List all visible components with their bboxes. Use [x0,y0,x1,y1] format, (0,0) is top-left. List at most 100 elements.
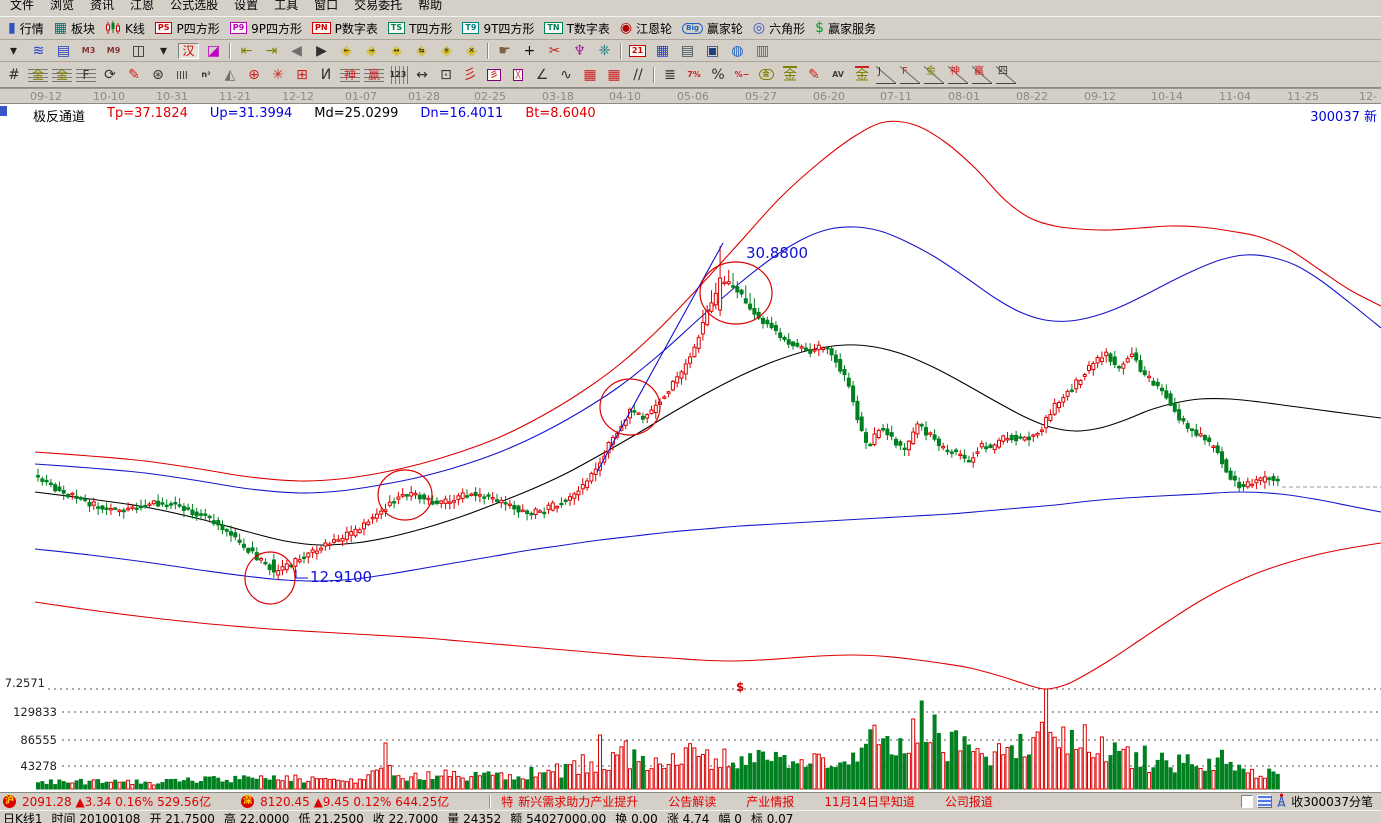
wheel-tool[interactable]: ⊛ [146,64,170,86]
hexagon-button[interactable]: ◎六角形 [748,19,810,38]
angle-flag-tool[interactable]: ◭ [218,64,242,86]
next-button[interactable]: ▶ [309,41,334,61]
chart-area[interactable]: 12983386555432787.257130.880012.9100$ 极反… [0,104,1381,792]
av-wave-tool[interactable]: AV [826,64,850,86]
quotes-button[interactable]: ▮行情 [3,19,49,38]
menu-trade[interactable]: 交易委托 [346,0,410,14]
first-page-button[interactable]: ⇤ [234,41,259,61]
zigzag-tool[interactable]: ∿ [554,64,578,86]
menu-news[interactable]: 资讯 [82,0,122,14]
grid-tool[interactable]: # [2,64,26,86]
gold-grid2-tool[interactable]: 金 [50,64,74,86]
chart-canvas[interactable]: 12983386555432787.257130.880012.9100$ [0,104,1381,792]
candle-style-caret[interactable]: ▾ [151,41,176,61]
parallel-lines-tool[interactable]: // [626,64,650,86]
menu-settings[interactable]: 设置 [226,0,266,14]
chart9-icon[interactable]: M9 [101,41,126,61]
menu-file[interactable]: 文件 [2,0,42,14]
ying-grid-tool[interactable]: 赢 [362,64,386,86]
web-tool[interactable]: ✳ [266,64,290,86]
si-angle-tool[interactable]: 四 [994,64,1018,86]
percent-tool[interactable]: % [706,64,730,86]
p9-square-button[interactable]: P99P四方形 [225,19,307,38]
gold-angle-tool[interactable]: 金 [922,64,946,86]
news-item-4[interactable]: 公司报道 [945,793,993,810]
diamond-close-button[interactable]: ◈✕ [459,41,484,61]
shen-grid-tool[interactable]: 神 [338,64,362,86]
tick-data-label[interactable]: 收300037分笔 [1291,793,1373,810]
menu-help[interactable]: 帮助 [410,0,450,14]
matrix-tool[interactable]: ⊞ [290,64,314,86]
diamond-expand-button[interactable]: ◈↔ [384,41,409,61]
diamond-swap-button[interactable]: ◈⇆ [409,41,434,61]
hand-tool[interactable]: ☛ [492,41,517,61]
measure-tool[interactable]: ✂ [542,41,567,61]
gold-line-tool[interactable]: 金 [778,64,802,86]
histogram-icon[interactable]: ◪ [201,41,226,61]
t-square-button[interactable]: TST四方形 [383,19,458,38]
menu-tools[interactable]: 工具 [266,0,306,14]
chart3-icon[interactable]: M3 [76,41,101,61]
ruler123-tool[interactable]: 123 [386,64,410,86]
j-angle-tool[interactable]: J [874,64,898,86]
printer-icon[interactable]: ▥ [750,41,775,61]
hanzi-toggle[interactable]: 汉 [176,41,201,61]
prev-button[interactable]: ◀ [284,41,309,61]
gold-redline-tool[interactable]: 金 [850,64,874,86]
pencil-tool[interactable]: ✎ [122,64,146,86]
candle-style-icon[interactable]: ◫ [126,41,151,61]
diamond-star-button[interactable]: ◈✳ [434,41,459,61]
shenzhen-index-quote[interactable]: 8120.45 ▲9.45 0.12% 644.25亿 [260,793,449,810]
gann-wheel-button[interactable]: ◉江恩轮 [615,19,677,38]
red-grid-tool[interactable]: ▦ [578,64,602,86]
n2-tool[interactable]: n² [194,64,218,86]
menu-formula-picker[interactable]: 公式选股 [162,0,226,14]
menu-window[interactable]: 窗口 [306,0,346,14]
menu-browse[interactable]: 浏览 [42,0,82,14]
winner-service-button[interactable]: $赢家服务 [810,19,881,38]
gold-grid-tool[interactable]: 金 [26,64,50,86]
cross-box-tool[interactable]: ╳ [506,64,530,86]
f-grid-tool[interactable]: F [74,64,98,86]
shen-angle-tool[interactable]: 神 [946,64,970,86]
sectors-button[interactable]: ▦板块 [49,19,100,38]
width-arrows-tool[interactable]: ↔ [410,64,434,86]
spiral-tool[interactable]: ⟳ [98,64,122,86]
gann-fan-tool[interactable]: 彡 [458,64,482,86]
t-number-button[interactable]: TNT数字表 [539,19,615,38]
percent7-tool[interactable]: 7% [682,64,706,86]
news-item-1[interactable]: 公告解读 [668,793,716,810]
t9-square-button[interactable]: T99T四方形 [457,19,539,38]
gann-fan-box-tool[interactable]: 彡 [482,64,506,86]
splitter-button[interactable] [1257,795,1272,808]
box-select-tool[interactable]: ⊡ [434,64,458,86]
news-item-3[interactable]: 11月14日早知道 [824,793,915,810]
percent-line-tool[interactable]: %− [730,64,754,86]
f-angle-tool[interactable]: F [898,64,922,86]
ruler-ticks-tool[interactable]: ≣ [658,64,682,86]
ruler-lines-tool[interactable]: |||| [170,64,194,86]
map-icon[interactable]: ≋ [26,41,51,61]
n-mark-tool[interactable]: И [314,64,338,86]
notepad-icon[interactable]: ▤ [675,41,700,61]
p-square-button[interactable]: PSP四方形 [150,19,225,38]
dropdown-caret[interactable]: ▾ [1,41,26,61]
stamp-tool[interactable]: ♆ [567,41,592,61]
p-number-button[interactable]: PNP数字表 [307,19,383,38]
web-icon[interactable]: ◍ [725,41,750,61]
news-item-0[interactable]: 特新兴需求助力产业提升 [501,793,638,810]
save-chart-icon[interactable]: ▣ [700,41,725,61]
news-item-2[interactable]: 产业情报 [746,793,794,810]
calendar-icon[interactable]: 21 [625,41,650,61]
diamond-right-button[interactable]: ◈→ [359,41,384,61]
angle-rays-tool[interactable]: ∠ [530,64,554,86]
crosshair-tool[interactable]: + [517,41,542,61]
gold-circle-tool[interactable]: 金 [754,64,778,86]
ying-angle-tool[interactable]: 赢 [970,64,994,86]
clipboard-icon[interactable]: ▤ [51,41,76,61]
diamond-left-button[interactable]: ◈← [334,41,359,61]
dragon-tool[interactable]: ❈ [592,41,617,61]
pencil-bar-tool[interactable]: ✎ [802,64,826,86]
calculator-icon[interactable]: ▦ [650,41,675,61]
shanghai-index-quote[interactable]: 2091.28 ▲3.34 0.16% 529.56亿 [22,793,211,810]
